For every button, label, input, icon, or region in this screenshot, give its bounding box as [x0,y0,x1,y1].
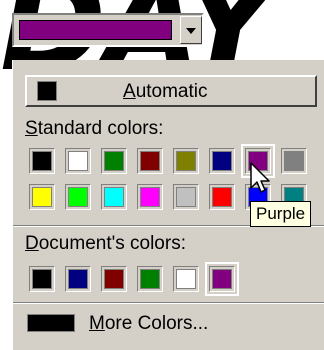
color-swatch[interactable] [209,184,235,210]
color-swatch[interactable] [173,184,199,210]
swatch-fill [176,187,196,207]
swatch-fill [212,269,232,289]
swatch-fill [32,151,52,171]
color-swatch[interactable] [101,184,127,210]
color-swatch[interactable] [205,262,239,296]
current-color-swatch[interactable] [19,20,172,40]
swatch-fill [140,269,160,289]
color-swatch[interactable] [65,184,91,210]
color-swatch[interactable] [65,148,91,174]
swatch-fill [68,151,88,171]
swatch-fill [104,187,124,207]
swatch-fill [68,269,88,289]
automatic-button[interactable]: Automatic [25,75,317,107]
dropdown-button[interactable] [180,16,202,44]
more-colors-swatch [27,314,75,332]
swatch-fill [284,151,304,171]
tooltip: Purple [250,201,312,227]
color-swatch[interactable] [65,266,91,292]
color-swatch[interactable] [137,148,163,174]
swatch-fill [212,151,232,171]
font-color-picker[interactable] [12,13,204,47]
swatch-fill [212,187,232,207]
standard-colors-label: Standard colors: [25,118,164,139]
swatch-fill [176,151,196,171]
more-colors-button[interactable]: More Colors... [23,310,323,340]
color-swatch[interactable] [101,266,127,292]
swatch-fill [104,269,124,289]
color-swatch[interactable] [29,184,55,210]
color-swatch[interactable] [281,148,307,174]
color-swatch[interactable] [29,148,55,174]
swatch-fill [68,187,88,207]
document-colors-label: Document's colors: [25,233,186,254]
color-swatch[interactable] [29,266,55,292]
color-swatch[interactable] [101,148,127,174]
separator [13,303,324,304]
automatic-swatch [37,81,57,101]
more-colors-label: More Colors... [89,313,209,334]
swatch-fill [140,187,160,207]
swatch-fill [32,269,52,289]
color-swatch[interactable] [209,148,235,174]
color-swatch[interactable] [173,266,199,292]
color-swatch[interactable] [137,184,163,210]
swatch-fill [104,151,124,171]
automatic-label: Automatic [123,81,208,102]
swatch-fill [140,151,160,171]
color-swatch[interactable] [137,266,163,292]
color-swatch[interactable] [173,148,199,174]
swatch-fill [32,187,52,207]
swatch-fill [176,269,196,289]
arrow-cursor-icon [250,162,270,193]
